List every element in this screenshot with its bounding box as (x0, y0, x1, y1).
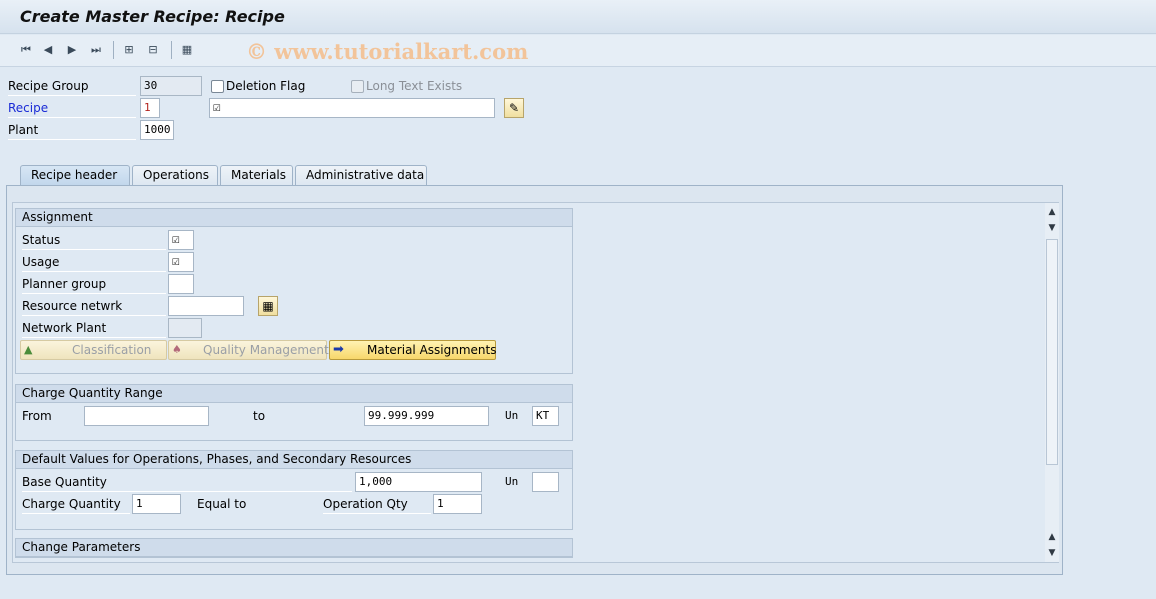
recipe-group-field[interactable]: 30 (140, 76, 202, 96)
classification-button[interactable]: ▲ Classification (20, 340, 167, 360)
recipe-group-label: Recipe Group (8, 77, 136, 96)
tab-administrative-data[interactable]: Administrative data (295, 165, 427, 185)
tab-operations[interactable]: Operations (132, 165, 218, 185)
recipe-label[interactable]: Recipe (8, 99, 136, 118)
status-field[interactable]: ☑ (168, 230, 194, 250)
first-page-icon[interactable]: ⏮ (18, 41, 34, 59)
status-label: Status (22, 231, 166, 250)
scroll-up-icon[interactable]: ▲ (1045, 205, 1059, 219)
scroll-down-icon[interactable]: ▼ (1045, 546, 1059, 560)
charge-quantity-label: Charge Quantity (22, 495, 130, 514)
network-icon[interactable]: ▦ (179, 41, 195, 59)
network-plant-field (168, 318, 202, 338)
material-button-label: Material Assignments (367, 343, 497, 357)
deletion-flag-checkbox[interactable] (211, 80, 224, 93)
toolbar-separator (113, 41, 114, 59)
resource-network-field[interactable] (168, 296, 244, 316)
from-field[interactable] (84, 406, 209, 426)
charge-unit-label: Un (505, 409, 519, 422)
window-title: Create Master Recipe: Recipe (20, 7, 285, 26)
recipe-description-input[interactable]: ☑ (209, 98, 495, 118)
long-text-checkbox (351, 80, 364, 93)
charge-unit-field[interactable]: KT (532, 406, 559, 426)
arrow-right-icon: ➡ (333, 342, 344, 357)
tab-recipe-header[interactable]: Recipe header (20, 165, 130, 185)
hierarchy-icon[interactable]: ⊞ (121, 41, 137, 59)
base-quantity-label: Base Quantity (22, 473, 352, 492)
last-page-icon[interactable]: ⏭ (88, 41, 104, 59)
to-field[interactable]: 99.999.999 (364, 406, 489, 426)
material-assignments-button[interactable]: ➡ Material Assignments (329, 340, 496, 360)
base-unit-label: Un (505, 475, 519, 488)
base-unit-field[interactable] (532, 472, 559, 492)
tab-materials[interactable]: Materials (220, 165, 293, 185)
deletion-flag-label: Deletion Flag (226, 79, 306, 93)
operation-qty-field[interactable]: 1 (433, 494, 482, 514)
from-label: From (22, 409, 52, 423)
quality-button-label: Quality Management (203, 343, 329, 357)
recipe-field[interactable]: 1 (140, 98, 160, 118)
network-graphic-icon[interactable]: ▦ (258, 296, 278, 316)
planner-group-field[interactable] (168, 274, 194, 294)
to-label: to (253, 409, 266, 423)
assignment-group-title: Assignment (16, 209, 572, 227)
scroll-up-icon[interactable]: ▲ (1045, 530, 1059, 544)
next-page-icon[interactable]: ▶ (64, 41, 80, 59)
network-plant-label: Network Plant (22, 319, 166, 338)
structure-icon[interactable]: ⊟ (145, 41, 161, 59)
change-parameters-group-title: Change Parameters (16, 539, 572, 557)
usage-label: Usage (22, 253, 166, 272)
planner-group-label: Planner group (22, 275, 166, 294)
base-quantity-field[interactable]: 1,000 (355, 472, 482, 492)
charge-quantity-field[interactable]: 1 (132, 494, 181, 514)
scroll-down-icon[interactable]: ▼ (1045, 221, 1059, 235)
watermark: © www.tutorialkart.com (246, 39, 529, 64)
required-check-icon: ☑ (172, 232, 180, 247)
plant-label: Plant (8, 121, 136, 140)
required-check-icon: ☑ (172, 254, 180, 269)
required-check-icon: ☑ (213, 100, 221, 115)
charge-range-group-title: Charge Quantity Range (16, 385, 572, 403)
operation-qty-label: Operation Qty (323, 495, 431, 514)
long-text-label: Long Text Exists (366, 79, 463, 93)
scrollbar-thumb[interactable] (1046, 239, 1058, 465)
quality-management-button[interactable]: ♠ Quality Management (168, 340, 329, 360)
resource-network-label: Resource netwrk (22, 297, 166, 316)
edit-long-text-icon[interactable]: ✎ (504, 98, 524, 118)
toolbar-separator (171, 41, 172, 59)
usage-field[interactable]: ☑ (168, 252, 194, 272)
change-parameters-group: Change Parameters (15, 538, 573, 558)
classification-button-label: Classification (72, 343, 152, 357)
equal-to-label: Equal to (197, 497, 247, 511)
application-toolbar (0, 35, 1156, 67)
quality-icon: ♠ (172, 343, 182, 356)
classification-icon: ▲ (24, 343, 33, 356)
plant-field[interactable]: 1000 (140, 120, 174, 140)
default-values-group-title: Default Values for Operations, Phases, a… (16, 451, 572, 469)
previous-page-icon[interactable]: ◀ (40, 41, 56, 59)
